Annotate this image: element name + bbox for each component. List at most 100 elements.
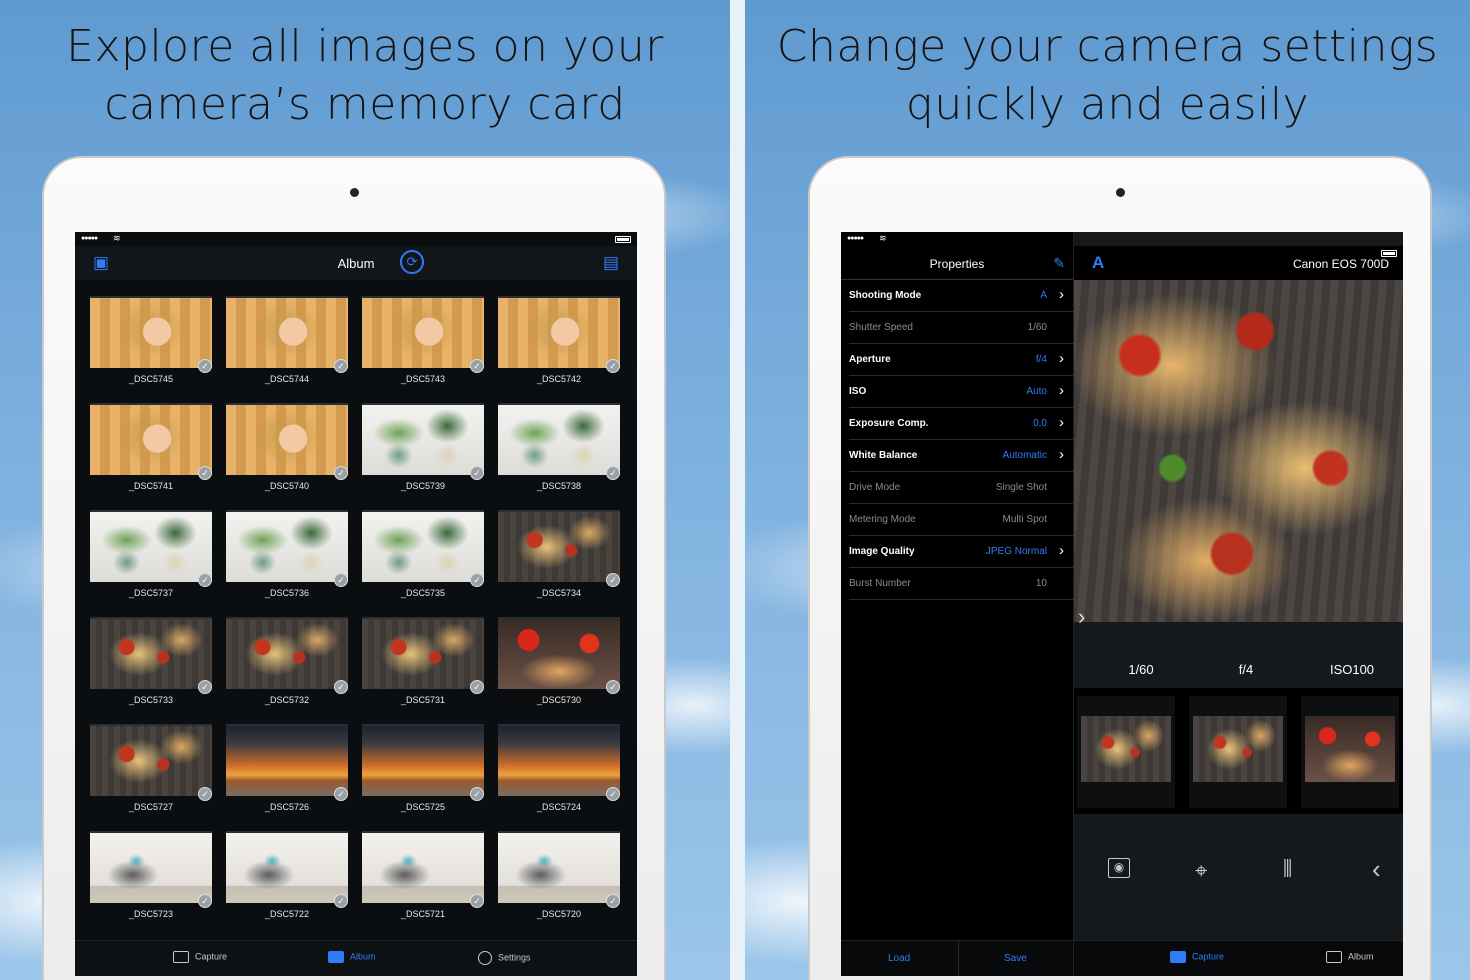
checkmark-icon[interactable]: ✓ — [198, 680, 212, 694]
thumbnail-label: _DSC5736 — [264, 588, 310, 598]
checkmark-icon[interactable]: ✓ — [606, 787, 620, 801]
divider — [958, 941, 959, 976]
photo-thumbnail[interactable]: ✓ _DSC5736 — [226, 510, 348, 604]
photo-thumbnail[interactable]: ✓ _DSC5721 — [362, 831, 484, 925]
photo-thumbnail[interactable]: ✓ _DSC5731 — [362, 617, 484, 711]
photo-thumbnail[interactable]: ✓ _DSC5743 — [362, 296, 484, 390]
tab-album[interactable]: Album — [328, 951, 376, 963]
checkmark-icon[interactable]: ✓ — [470, 680, 484, 694]
chevron-right-icon: › — [1059, 286, 1064, 303]
pin-icon[interactable]: ✎ — [1053, 255, 1065, 272]
chevron-left-icon[interactable]: ‹ — [1372, 854, 1381, 885]
tab-album[interactable]: Album — [1326, 951, 1374, 963]
checkmark-icon[interactable]: ✓ — [606, 466, 620, 480]
recent-shot[interactable] — [1301, 696, 1399, 808]
tab-settings[interactable]: Settings — [478, 951, 531, 965]
tab-capture[interactable]: Capture — [1170, 951, 1224, 963]
photo-thumbnail[interactable]: ✓ _DSC5732 — [226, 617, 348, 711]
checkmark-icon[interactable]: ✓ — [198, 787, 212, 801]
thumbnail-label: _DSC5730 — [536, 695, 582, 705]
property-label: Exposure Comp. — [849, 418, 929, 429]
photo-thumbnail[interactable]: ✓ _DSC5733 — [90, 617, 212, 711]
checkmark-icon[interactable]: ✓ — [470, 359, 484, 373]
property-value: Single Shot — [995, 482, 1047, 493]
checkmark-icon[interactable]: ✓ — [334, 359, 348, 373]
checkmark-icon[interactable]: ✓ — [470, 466, 484, 480]
battery-icon — [615, 236, 631, 243]
photo-thumbnail[interactable]: ✓ _DSC5723 — [90, 831, 212, 925]
live-preview-image[interactable] — [1074, 280, 1403, 622]
property-row[interactable]: White Balance Automatic › — [849, 440, 1074, 472]
thumbnail-label: _DSC5726 — [264, 802, 310, 812]
photo-thumbnail[interactable]: ✓ _DSC5744 — [226, 296, 348, 390]
checkmark-icon[interactable]: ✓ — [334, 894, 348, 908]
checkmark-icon[interactable]: ✓ — [606, 680, 620, 694]
checkmark-icon[interactable]: ✓ — [606, 573, 620, 587]
checkmark-icon[interactable]: ✓ — [470, 894, 484, 908]
checkmark-icon[interactable]: ✓ — [606, 894, 620, 908]
load-button[interactable]: Load — [888, 953, 910, 964]
property-row[interactable]: Exposure Comp. 0.0 › — [849, 408, 1074, 440]
checkmark-icon[interactable]: ✓ — [470, 787, 484, 801]
sync-icon[interactable]: ⟳ — [400, 250, 424, 274]
photo-thumbnail[interactable]: ✓ _DSC5737 — [90, 510, 212, 604]
checkmark-icon[interactable]: ✓ — [334, 680, 348, 694]
shooting-mode-indicator[interactable]: A — [1092, 253, 1104, 273]
property-row[interactable]: Aperture f/4 › — [849, 344, 1074, 376]
photo-thumbnail[interactable]: ✓ _DSC5742 — [498, 296, 620, 390]
checkmark-icon[interactable]: ✓ — [334, 787, 348, 801]
recent-shot[interactable] — [1189, 696, 1287, 808]
photo-thumbnail[interactable]: ✓ _DSC5726 — [226, 724, 348, 818]
eye-icon[interactable]: ◉ — [1108, 858, 1130, 878]
photo-thumbnail[interactable]: ✓ _DSC5720 — [498, 831, 620, 925]
thumbnail-image — [90, 296, 212, 368]
photo-thumbnail[interactable]: ✓ _DSC5734 — [498, 510, 620, 604]
chevron-right-icon[interactable]: › — [1078, 604, 1085, 630]
thumbnail-label: _DSC5745 — [128, 374, 174, 384]
property-row[interactable]: Shooting Mode A › — [849, 280, 1074, 312]
headline-line: camera’s memory card — [104, 79, 626, 130]
photo-thumbnail[interactable]: ✓ _DSC5738 — [498, 403, 620, 497]
camera-screen: ●●●●● ≋ Properties ✎ Shooting Mode A › Shut… — [841, 232, 1403, 976]
shot-image — [1305, 716, 1395, 782]
checkmark-icon[interactable]: ✓ — [334, 573, 348, 587]
photo-thumbnail[interactable]: ✓ _DSC5745 — [90, 296, 212, 390]
save-button[interactable]: Save — [1004, 953, 1027, 964]
exposure-readout: 1/60 f/4 ISO100 — [1074, 654, 1403, 688]
property-row[interactable]: ISO Auto › — [849, 376, 1074, 408]
properties-title: Properties — [929, 257, 985, 271]
photo-thumbnail[interactable]: ✓ _DSC5724 — [498, 724, 620, 818]
select-all-icon[interactable]: ▤ — [603, 253, 619, 273]
checkmark-icon[interactable]: ✓ — [334, 466, 348, 480]
tab-capture[interactable]: Capture — [173, 951, 227, 963]
photo-thumbnail[interactable]: ✓ _DSC5739 — [362, 403, 484, 497]
checkmark-icon[interactable]: ✓ — [198, 573, 212, 587]
photo-thumbnail[interactable]: ✓ _DSC5741 — [90, 403, 212, 497]
aperture-readout: f/4 — [1238, 662, 1254, 677]
checkmark-icon[interactable]: ✓ — [470, 573, 484, 587]
properties-bottom-bar: Load Save — [841, 940, 1073, 976]
property-row[interactable]: Image Quality JPEG Normal › — [849, 536, 1074, 568]
property-value: 10 — [1035, 578, 1047, 589]
photo-thumbnail[interactable]: ✓ _DSC5730 — [498, 617, 620, 711]
thumbnail-label: _DSC5738 — [536, 481, 582, 491]
thumbnail-label: _DSC5743 — [400, 374, 446, 384]
photo-thumbnail[interactable]: ✓ _DSC5740 — [226, 403, 348, 497]
photo-thumbnail[interactable]: ✓ _DSC5725 — [362, 724, 484, 818]
thumbnail-image — [226, 724, 348, 796]
focus-icon[interactable]: ⌖ — [1195, 858, 1207, 884]
photo-thumbnail[interactable]: ✓ _DSC5727 — [90, 724, 212, 818]
checkmark-icon[interactable]: ✓ — [198, 359, 212, 373]
thumbnail-image — [498, 724, 620, 796]
checkmark-icon[interactable]: ✓ — [606, 359, 620, 373]
properties-header: Properties ✎ — [841, 246, 1073, 280]
recent-shot[interactable] — [1077, 696, 1175, 808]
sliders-icon[interactable]: ⫼ — [1283, 858, 1292, 881]
thumbnail-label: _DSC5733 — [128, 695, 174, 705]
battery-icon — [1381, 250, 1397, 257]
checkmark-icon[interactable]: ✓ — [198, 466, 212, 480]
photo-thumbnail[interactable]: ✓ _DSC5735 — [362, 510, 484, 604]
photo-thumbnail[interactable]: ✓ _DSC5722 — [226, 831, 348, 925]
property-label: Image Quality — [849, 546, 915, 557]
checkmark-icon[interactable]: ✓ — [198, 894, 212, 908]
